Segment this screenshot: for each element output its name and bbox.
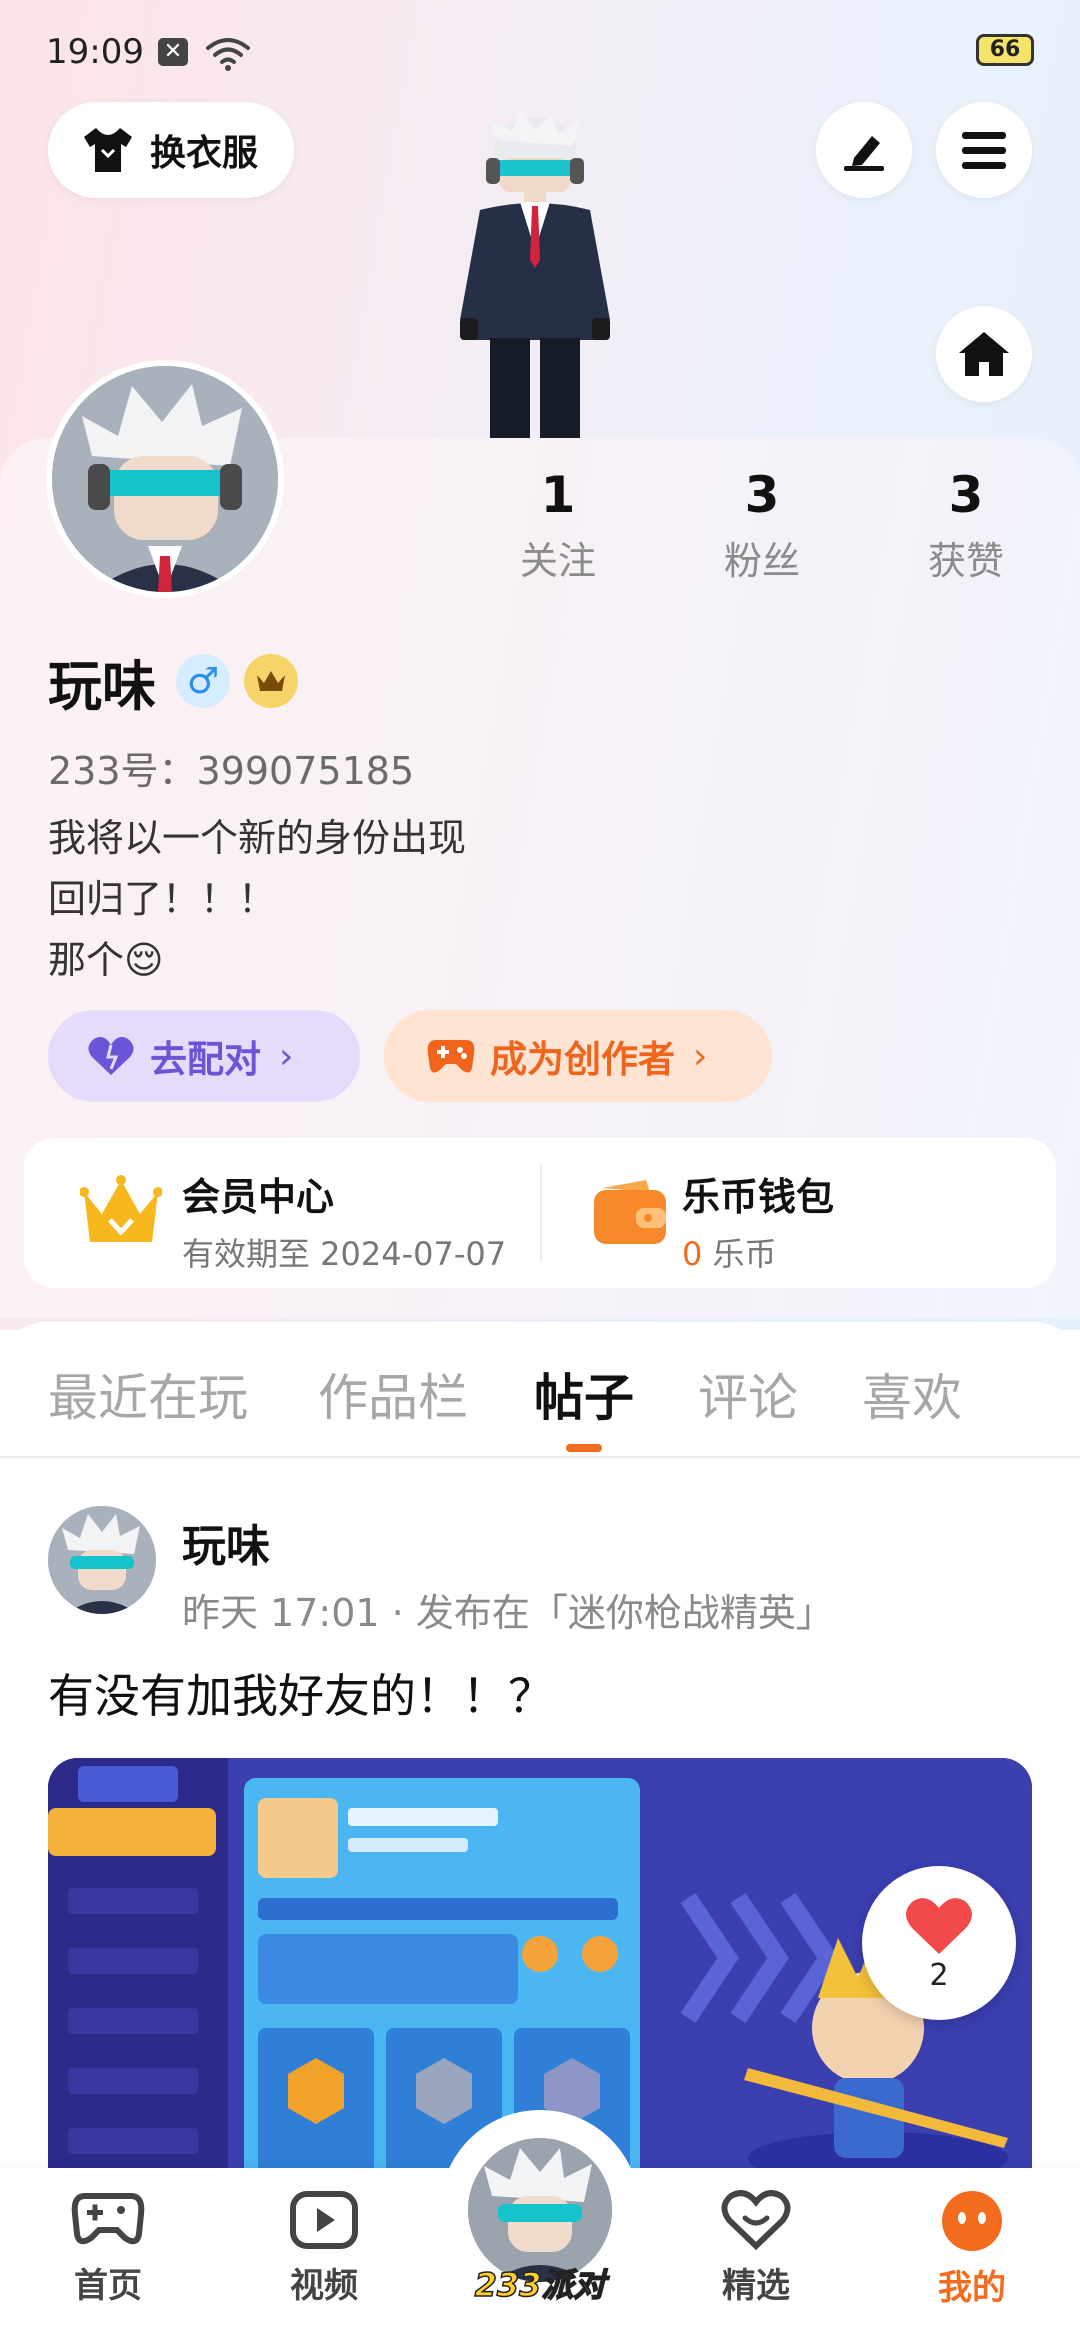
vip-center-title: 会员中心: [182, 1175, 335, 1219]
tab-likes[interactable]: 喜欢: [862, 1358, 962, 1430]
wallet-amount: 0: [682, 1235, 703, 1273]
become-creator-label: 成为创作者: [490, 1038, 675, 1081]
bio-line: 回归了！！！: [48, 877, 277, 921]
stat-followers-label: 粉丝: [723, 539, 800, 583]
hamburger-menu-icon: [962, 132, 1006, 169]
video-play-icon: [290, 2191, 358, 2249]
tab-posts[interactable]: 帖子: [534, 1358, 634, 1430]
change-outfit-button[interactable]: 换衣服: [48, 102, 294, 198]
post-content[interactable]: 有没有加我好友的！！？: [48, 1660, 554, 1726]
stat-likes[interactable]: 3 获赞: [886, 466, 1046, 585]
gamepad-icon: [427, 1040, 475, 1073]
stat-followers-count: 3: [744, 466, 780, 524]
profile-name-row: 玩味 ♂: [48, 646, 298, 718]
go-pair-button[interactable]: 去配对 ›: [48, 1010, 360, 1102]
crown-badge-icon[interactable]: [244, 654, 298, 708]
post-author-avatar[interactable]: [48, 1506, 156, 1614]
chevron-right-icon: ›: [279, 1035, 294, 1077]
stat-likes-count: 3: [948, 466, 984, 524]
nav-mine-label: 我的: [938, 2268, 1006, 2308]
profile-name: 玩味: [48, 654, 156, 718]
heart-chat-icon: [721, 2190, 791, 2251]
stat-following-label: 关注: [519, 539, 596, 583]
male-gender-icon: ♂: [176, 654, 230, 708]
status-bar: 19:09 ✕ 66: [46, 30, 1034, 80]
wallet-unit: 乐币: [712, 1235, 777, 1273]
nav-center-party-button[interactable]: 233派对: [440, 2110, 640, 2310]
heart-icon: [906, 1897, 972, 1954]
vip-expiry: 有效期至 2024-07-07: [182, 1235, 507, 1273]
wallet-entry[interactable]: 乐币钱包 0 乐币: [542, 1138, 1056, 1288]
center-brand-label: 233派对: [474, 2265, 606, 2305]
nav-home[interactable]: 首页: [38, 2190, 178, 2307]
stat-followers[interactable]: 3 粉丝: [682, 466, 842, 585]
stat-following-count: 1: [540, 466, 576, 524]
profile-avatar[interactable]: [46, 360, 284, 598]
tshirt-icon: [84, 128, 132, 172]
nav-home-label: 首页: [74, 2266, 142, 2306]
bio-line: 那个😌: [48, 938, 164, 982]
menu-button[interactable]: [936, 102, 1032, 198]
home-icon: [959, 332, 1009, 376]
gamepad-nav-icon: [71, 2193, 145, 2245]
nav-featured[interactable]: 精选: [686, 2190, 826, 2307]
chevron-right-icon: ›: [693, 1035, 708, 1077]
pen-icon: [844, 136, 884, 171]
tab-works[interactable]: 作品栏: [318, 1358, 468, 1430]
status-time: 19:09: [46, 32, 144, 72]
edit-profile-button[interactable]: [816, 102, 912, 198]
stat-likes-label: 获赞: [927, 539, 1004, 583]
profile-face-icon: [942, 2191, 1002, 2251]
avatar-image: [52, 366, 278, 592]
become-creator-button[interactable]: 成为创作者 ›: [384, 1010, 772, 1102]
active-tab-indicator: [566, 1444, 602, 1452]
profile-bio: 我将以一个新的身份出现 回归了！！！ 那个😌: [48, 808, 466, 991]
home-button[interactable]: [936, 306, 1032, 402]
vip-wallet-card: 会员中心 有效期至 2024-07-07 乐币钱包 0 乐币: [24, 1138, 1056, 1288]
bio-line: 我将以一个新的身份出现: [48, 816, 467, 860]
post-meta: 昨天 17:01 · 发布在「迷你枪战精英」: [182, 1591, 834, 1635]
wallet-title: 乐币钱包: [682, 1175, 835, 1219]
battery-indicator: 66: [976, 34, 1034, 66]
vip-center-entry[interactable]: 会员中心 有效期至 2024-07-07: [24, 1138, 540, 1288]
crown-icon: [80, 1175, 162, 1242]
go-pair-label: 去配对: [150, 1038, 261, 1081]
nav-mine[interactable]: 我的: [902, 2190, 1042, 2309]
wallet-icon: [594, 1180, 666, 1244]
post-author-name[interactable]: 玩味: [182, 1510, 270, 1574]
profile-tabs: 最近在玩 作品栏 帖子 评论 喜欢: [0, 1322, 1080, 1458]
tab-recently-played[interactable]: 最近在玩: [48, 1358, 248, 1430]
heart-pair-icon: [88, 1037, 134, 1075]
nav-video[interactable]: 视频: [254, 2190, 394, 2307]
tab-comments[interactable]: 评论: [698, 1358, 798, 1430]
user-id: 233号：399075185: [48, 749, 415, 793]
nav-video-label: 视频: [290, 2266, 358, 2306]
like-button[interactable]: 2: [862, 1866, 1016, 2020]
wifi-icon: [206, 38, 250, 71]
change-outfit-label: 换衣服: [150, 133, 259, 174]
nav-featured-label: 精选: [722, 2266, 790, 2306]
like-count: 2: [929, 1957, 949, 1993]
notification-icon: ✕: [158, 38, 188, 66]
avatar-3d-character: [460, 112, 610, 440]
stat-following[interactable]: 1 关注: [478, 466, 638, 585]
